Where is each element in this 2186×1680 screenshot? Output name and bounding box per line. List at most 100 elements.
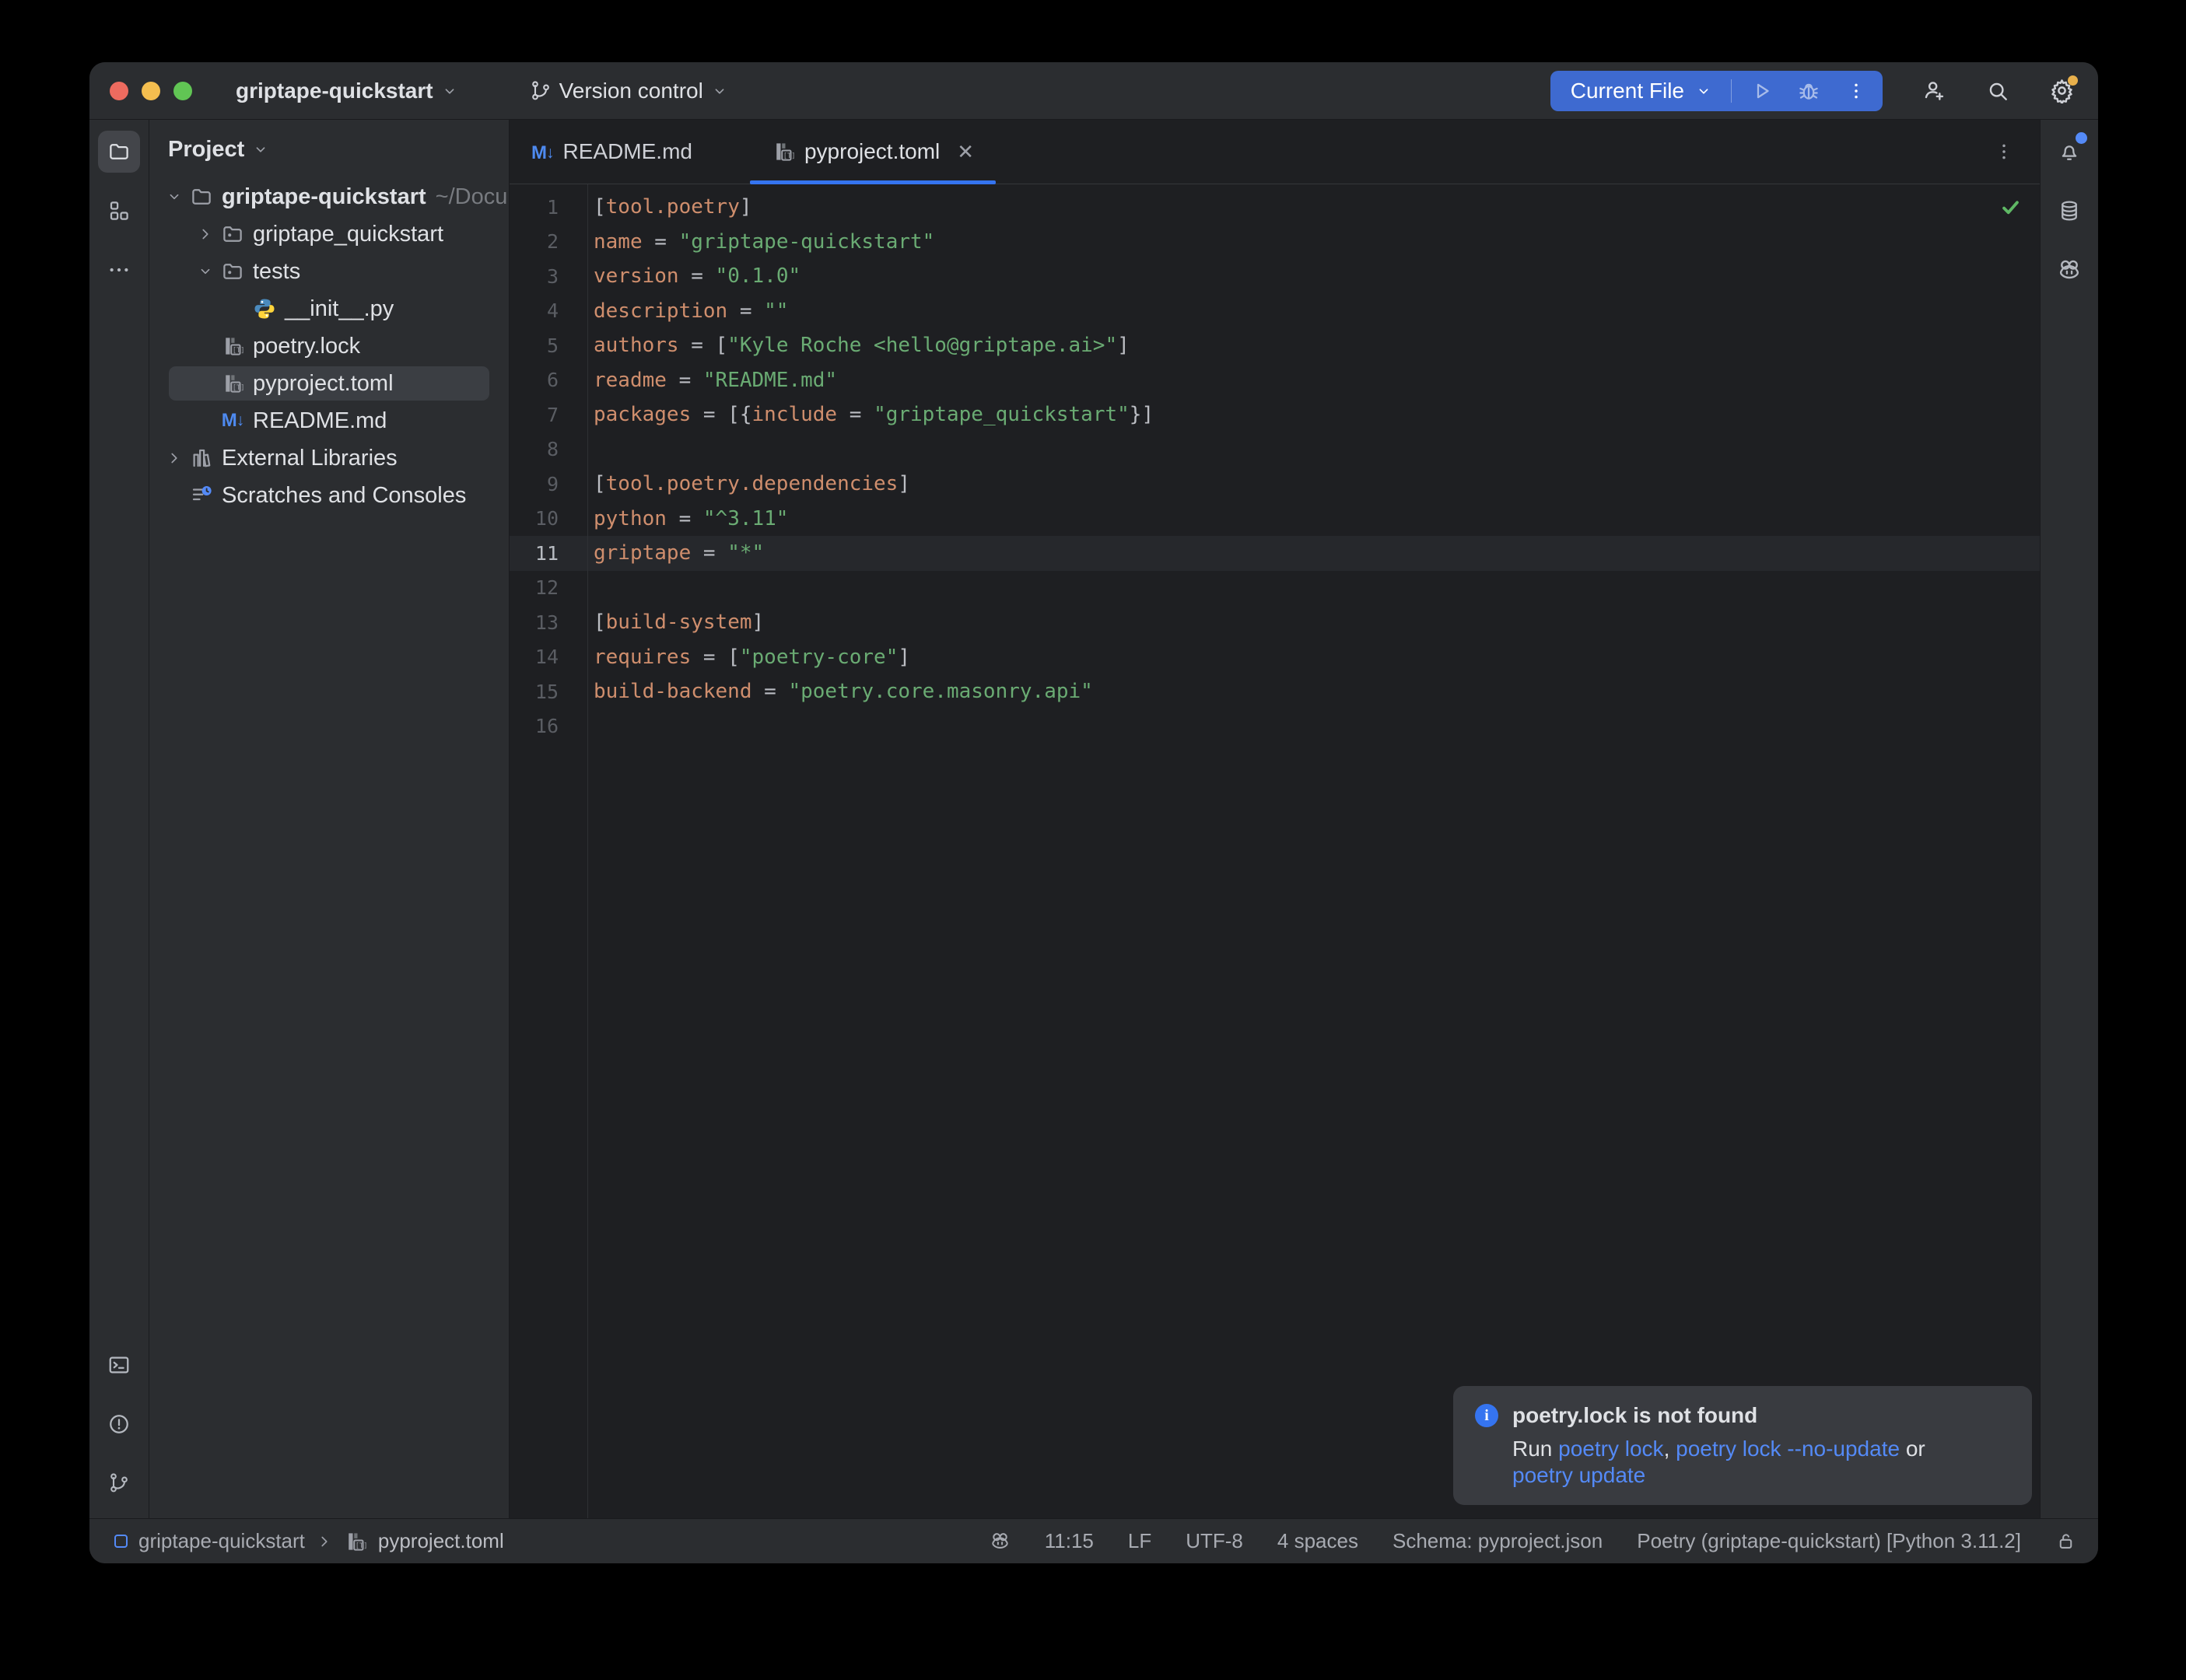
toml-file-icon: [T] (772, 140, 795, 163)
chevron-down-icon (252, 141, 269, 158)
line-number: 3 (510, 265, 587, 288)
line-number: 8 (510, 438, 587, 460)
project-selector[interactable]: griptape-quickstart (236, 79, 458, 103)
editor-tab-options-kebab[interactable] (1993, 141, 2015, 163)
ai-assistant-tool-button[interactable] (2048, 249, 2090, 291)
breadcrumb-file[interactable]: pyproject.toml (378, 1529, 504, 1553)
editor-area: M↓ README.md [T] pyproject.toml ✕ 1[tool… (510, 120, 2040, 1518)
project-panel-header[interactable]: Project (149, 131, 509, 168)
poetry-lock-no-update-link[interactable]: poetry lock --no-update (1676, 1437, 1900, 1461)
tree-item-external-libraries[interactable]: External Libraries (149, 439, 509, 477)
tree-item-scratches-and-consoles[interactable]: Scratches and Consoles (149, 477, 509, 514)
info-icon: i (1475, 1404, 1498, 1427)
breadcrumb-project[interactable]: griptape-quickstart (138, 1529, 305, 1553)
svg-text:[T]: [T] (233, 384, 244, 392)
code-line-2: 2name = "griptape-quickstart" (510, 225, 2040, 260)
notification-balloon: i poetry.lock is not found Run poetry lo… (1453, 1386, 2032, 1505)
project-square-icon (114, 1535, 128, 1548)
problems-tool-button[interactable] (98, 1403, 140, 1445)
tab-pyproject[interactable]: [T] pyproject.toml ✕ (750, 120, 996, 184)
close-tab-icon[interactable]: ✕ (957, 140, 974, 164)
chevron-down-icon[interactable] (160, 188, 188, 205)
tree-item--init-py[interactable]: __init__.py (149, 290, 509, 327)
notifications-bell-button[interactable] (2048, 131, 2090, 173)
right-tool-stripe (2040, 120, 2098, 1518)
notification-body: Run poetry lock, poetry lock --no-update… (1512, 1436, 2010, 1489)
line-number: 1 (510, 196, 587, 219)
terminal-tool-button[interactable] (98, 1344, 140, 1386)
poetry-lock-link[interactable]: poetry lock (1558, 1437, 1663, 1461)
vcs-selector[interactable]: Version control (530, 79, 728, 103)
tree-item-pyproject-toml[interactable]: [T] pyproject.toml (149, 365, 509, 402)
code-line-9: 9[tool.poetry.dependencies] (510, 467, 2040, 502)
status-widget-4-spaces[interactable]: 4 spaces (1277, 1529, 1358, 1553)
database-tool-button[interactable] (2048, 190, 2090, 232)
left-tool-stripe (89, 120, 149, 1518)
tree-item-griptape-quickstart[interactable]: griptape-quickstart~/Docume (149, 178, 509, 215)
notification-text: or (1900, 1437, 1925, 1461)
chevron-down-icon[interactable] (1695, 82, 1712, 100)
pkg-icon (219, 222, 246, 246)
chevron-right-icon[interactable] (191, 226, 219, 243)
status-widget-11-15[interactable]: 11:15 (1045, 1529, 1094, 1553)
svg-text:[T]: [T] (783, 152, 795, 160)
code-line-7: 7packages = [{include = "griptape_quicks… (510, 397, 2040, 432)
notification-text: Run (1512, 1437, 1558, 1461)
zoom-window-button[interactable] (173, 82, 192, 100)
status-widget-poetry-griptape-quicksta[interactable]: Poetry (griptape-quickstart) [Python 3.1… (1637, 1529, 2021, 1553)
status-widget-lf[interactable]: LF (1128, 1529, 1151, 1553)
code-line-1: 1[tool.poetry] (510, 190, 2040, 225)
tree-item-label: pyproject.toml (253, 371, 394, 397)
line-number: 6 (510, 369, 587, 391)
code-line-4: 4description = "" (510, 294, 2040, 329)
line-number: 16 (510, 715, 587, 737)
version-control-tool-button[interactable] (98, 1462, 140, 1504)
tree-item-label: Scratches and Consoles (222, 483, 466, 509)
editor-tab-bar: M↓ README.md [T] pyproject.toml ✕ (510, 120, 2040, 184)
notification-text: , (1664, 1437, 1676, 1461)
settings-gear-button[interactable] (2049, 78, 2075, 103)
tab-label: pyproject.toml (804, 139, 940, 164)
add-user-button[interactable] (1922, 79, 1946, 103)
tree-item-tests[interactable]: tests (149, 253, 509, 290)
line-number: 7 (510, 404, 587, 426)
more-run-options-kebab[interactable] (1845, 80, 1867, 102)
line-number: 14 (510, 646, 587, 668)
code-editor[interactable]: 1[tool.poetry]2name = "griptape-quicksta… (510, 184, 2040, 1518)
inspections-ok-check-icon[interactable] (2000, 197, 2021, 218)
run-widget: Current File (1550, 71, 1883, 111)
tree-item-label: griptape_quickstart (253, 222, 443, 247)
line-number: 12 (510, 576, 587, 599)
chevron-down-icon (441, 82, 458, 100)
project-tool-button[interactable] (98, 131, 140, 173)
tree-item-poetry-lock[interactable]: [T]poetry.lock (149, 327, 509, 365)
ai-small-icon[interactable] (990, 1531, 1011, 1552)
minimize-window-button[interactable] (142, 82, 160, 100)
settings-badge-dot (2068, 75, 2078, 86)
poetry-update-link[interactable]: poetry update (1512, 1463, 1645, 1487)
status-widget-utf-8[interactable]: UTF-8 (1186, 1529, 1243, 1553)
chevron-right-icon[interactable] (160, 450, 188, 467)
search-everywhere-button[interactable] (1985, 79, 2010, 103)
debug-button[interactable] (1797, 79, 1820, 103)
run-config-selector[interactable]: Current File (1571, 79, 1684, 103)
tree-item-griptape-quickstart[interactable]: griptape_quickstart (149, 215, 509, 253)
status-bar: griptape-quickstart [T] pyproject.toml 1… (89, 1518, 2098, 1563)
structure-tool-button[interactable] (98, 190, 140, 232)
run-button[interactable] (1750, 79, 1774, 103)
status-widgets: 11:15 LF UTF-8 4 spaces Schema: pyproject.js… (990, 1529, 2098, 1553)
close-window-button[interactable] (110, 82, 128, 100)
code-text: readme = "README.md" (587, 369, 837, 392)
tree-item-readme-md[interactable]: M↓README.md (149, 402, 509, 439)
chevron-down-icon[interactable] (191, 263, 219, 280)
project-panel-title: Project (168, 137, 244, 163)
line-number: 9 (510, 473, 587, 495)
unlock-icon[interactable] (2055, 1531, 2076, 1552)
more-tools-button[interactable] (98, 249, 140, 291)
status-widget-schema-pyproject-json[interactable]: Schema: pyproject.json (1393, 1529, 1603, 1553)
tab-label: README.md (563, 139, 692, 164)
code-text: [tool.poetry.dependencies] (587, 472, 910, 495)
tab-readme[interactable]: M↓ README.md (510, 120, 714, 184)
vcs-selector-label: Version control (559, 79, 703, 103)
tree-item-label: griptape-quickstart (222, 184, 426, 210)
